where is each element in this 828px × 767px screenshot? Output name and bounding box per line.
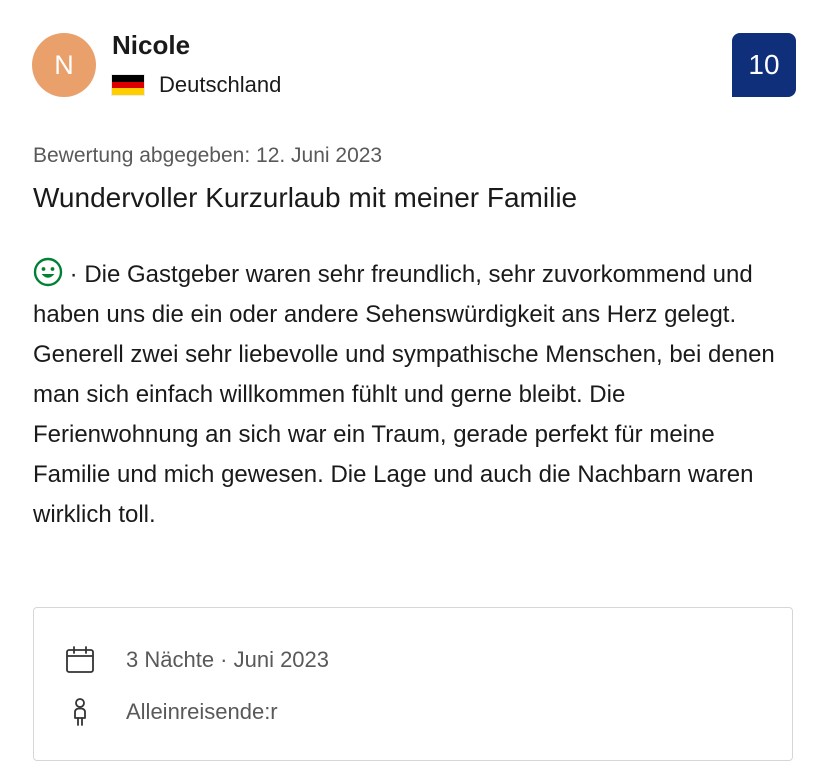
- country-name: Deutschland: [159, 72, 282, 97]
- flag-stripe-red: [112, 81, 144, 89]
- stay-duration: 3 Nächte · Juni 2023: [126, 647, 330, 672]
- calendar-icon: [64, 644, 96, 676]
- flag-stripe-black: [112, 75, 144, 82]
- reviewer-name: Nicole: [112, 30, 191, 60]
- traveler-type: Alleinreisende:r: [126, 699, 278, 724]
- positive-separator: ·: [63, 261, 85, 288]
- traveler-type-row: Alleinreisende:r: [64, 695, 278, 729]
- reviewer-country: Deutschland: [112, 70, 281, 100]
- flag-stripe-gold: [112, 88, 144, 96]
- review-date: Bewertung abgegeben: 12. Juni 2023: [33, 144, 383, 167]
- avatar: N: [32, 33, 96, 97]
- positive-text: Die Gastgeber waren sehr freundlich, seh…: [33, 261, 775, 528]
- review-title: Wundervoller Kurzurlaub mit meiner Famil…: [33, 182, 578, 213]
- stay-duration-row: 3 Nächte · Juni 2023: [64, 643, 329, 677]
- germany-flag-icon: [112, 75, 144, 96]
- review-card: N Nicole Deutschland 10 Bewertung abgege…: [0, 0, 828, 767]
- person-icon: [64, 696, 96, 728]
- smile-icon: [33, 257, 63, 287]
- score-badge: 10: [732, 33, 796, 97]
- review-positive: · Die Gastgeber waren sehr freundlich, s…: [33, 255, 793, 535]
- stay-info-box: 3 Nächte · Juni 2023 Alleinreisende:r: [33, 607, 793, 761]
